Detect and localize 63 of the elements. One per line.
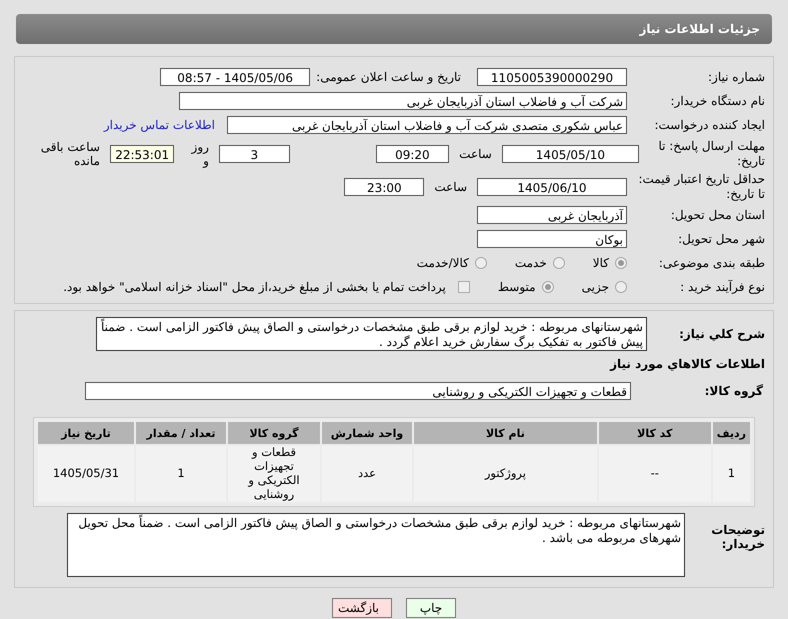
section-title: اطلاعات کالاهاي مورد نیاز	[608, 356, 766, 371]
field-label: حداقل تاریخ اعتبار قیمت: تا تاریخ:	[637, 172, 766, 202]
field-label: شماره نیاز:	[707, 70, 766, 84]
description-textarea: شهرستانهای مربوطه : خرید لوازم برقی طبق مشخصات درخواستی و الصاق پیش فاکتور الزامی است . ضمناً پیش فاکتور به تفکیک برگ سفارش خرید اعلام گردد .	[96, 317, 647, 351]
table-cell: 1	[712, 446, 750, 502]
remaining-label: ساعت باقی مانده	[40, 140, 100, 168]
field-label: شرح کلي نیاز:	[678, 326, 766, 341]
checkbox[interactable]	[458, 281, 470, 293]
radio-button[interactable]	[542, 281, 554, 293]
radio-button[interactable]	[615, 257, 627, 269]
deadline-date-field: 1405/05/10	[502, 144, 639, 162]
buyer-notes-textarea: شهرستانهای مربوطه : خرید لوازم برقی طبق مشخصات درخواستی و الصاق پیش فاکتور الزامی است . ضمناً محل تحویل شهرهای مربوطه می باشد .	[67, 513, 685, 577]
column-header: کد کالا	[598, 422, 711, 444]
buyer-org-field: شرکت آب و فاضلاب استان آذربایجان غربی	[179, 92, 627, 110]
days-label: روز و	[190, 140, 209, 168]
field-label: گروه کالا:	[704, 384, 764, 398]
page-title: جزئیات اطلاعات نیاز	[639, 22, 760, 36]
payment-note: پرداخت تمام یا بخشی از مبلغ خرید،از محل "اسناد خزانه اسلامی" خواهد بود.	[63, 280, 446, 294]
requester-field: عباس شکوری متصدی شرکت آب و فاضلاب استان آذربایجان غربی	[227, 116, 627, 134]
radio-button[interactable]	[552, 257, 565, 269]
days-field: 3	[218, 144, 290, 162]
field-label: تاریخ و ساعت اعلان عمومی:	[316, 70, 461, 84]
back-button[interactable]: بازگشت	[332, 598, 392, 618]
column-header: ردیف	[712, 422, 750, 444]
goods-group-field: قطعات و تجهیزات الکتریکی و روشنایی	[85, 382, 631, 400]
announce-date-field: 1405/05/06 - 08:57	[160, 68, 310, 86]
radio-label: متوسط	[498, 280, 536, 294]
remaining-time-field: 22:53:01	[110, 144, 174, 162]
radio-label: خدمت	[514, 256, 547, 270]
need-number-field: 1105005390000290	[477, 68, 627, 86]
column-header: تعداد / مقدار	[136, 422, 226, 444]
deadline-time-field: 09:20	[376, 144, 450, 162]
field-label: استان محل تحویل:	[670, 208, 766, 222]
column-header: تاریخ نیاز	[38, 422, 134, 444]
table-cell: عدد	[322, 446, 412, 502]
column-header: واحد شمارش	[322, 422, 412, 444]
field-label: طبقه بندی موضوعی:	[658, 256, 766, 270]
province-field: آذربایجان غربی	[477, 206, 627, 224]
table-cell: --	[598, 446, 711, 502]
validity-date-field: 1405/06/10	[477, 178, 627, 196]
field-label: شهر محل تحویل:	[677, 232, 766, 246]
city-field: بوکان	[477, 230, 627, 248]
table-cell: پروژکتور	[414, 446, 597, 502]
field-label: مهلت ارسال پاسخ: تا تاریخ:	[657, 138, 766, 168]
radio-label: کالا	[592, 256, 609, 270]
table-cell: 1405/05/31	[38, 446, 134, 502]
time-label: ساعت	[434, 180, 467, 194]
table-cell: 1	[136, 446, 226, 502]
table-cell: قطعات و تجهیزات الکتریکی و روشنایی	[228, 446, 320, 502]
field-label: توضیحات خریدار:	[710, 522, 766, 551]
contact-link[interactable]: اطلاعات تماس خریدار	[104, 118, 215, 132]
radio-label: جزیی	[582, 280, 609, 294]
time-label: ساعت	[459, 146, 492, 160]
column-header: گروه کالا	[228, 422, 320, 444]
radio-button[interactable]	[615, 281, 627, 293]
field-label: ایجاد کننده درخواست:	[653, 118, 766, 132]
validity-time-field: 23:00	[344, 178, 424, 196]
radio-button[interactable]	[474, 257, 487, 269]
field-label: نوع فرآیند خرید :	[679, 280, 766, 294]
column-header: نام کالا	[414, 422, 597, 444]
print-button[interactable]: چاپ	[406, 598, 456, 618]
field-label: نام دستگاه خریدار:	[670, 94, 766, 108]
radio-label: کالا/خدمت	[416, 256, 469, 270]
